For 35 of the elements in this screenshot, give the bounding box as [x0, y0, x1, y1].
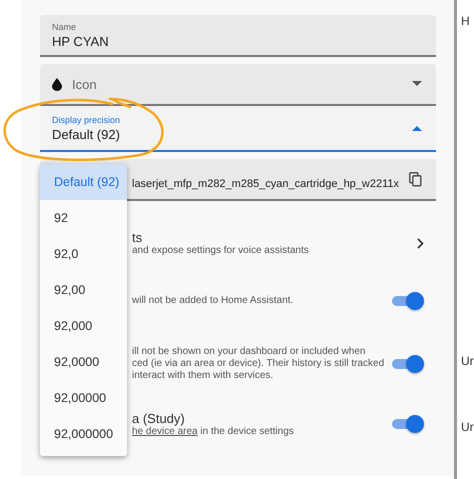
menu-item[interactable]: Default (92)	[40, 164, 127, 200]
menu-item[interactable]: 92,00	[40, 272, 127, 308]
field-label: Name	[52, 22, 78, 32]
icon-select-field[interactable]: Icon	[40, 64, 436, 106]
row-title: a (Study)	[132, 410, 186, 426]
menu-item[interactable]: 92	[40, 200, 127, 236]
background-text: Ur	[461, 354, 474, 368]
menu-item[interactable]: 92,0000	[40, 344, 127, 380]
menu-item[interactable]: 92,000	[40, 308, 127, 344]
background-text: Ur	[461, 420, 474, 434]
row-description: he device area in the device settings	[132, 426, 295, 438]
toggle-switch[interactable]	[392, 355, 424, 373]
row-description: and expose settings for voice assistants	[132, 244, 310, 256]
menu-item[interactable]: 92,000000	[40, 416, 127, 452]
field-value: Default (92)	[52, 126, 121, 142]
copy-icon[interactable]	[409, 172, 422, 186]
field-placeholder: Icon	[72, 76, 98, 92]
name-field[interactable]: Name HP CYAN	[40, 15, 436, 57]
chevron-right-icon[interactable]	[417, 238, 424, 248]
background-text: H	[461, 14, 470, 28]
drop-icon	[52, 78, 62, 90]
row-description: will not be added to Home Assistant.	[132, 295, 294, 307]
menu-item[interactable]: 92,0	[40, 236, 127, 272]
precision-select[interactable]: Display precision Default (92)	[40, 106, 436, 152]
toggle-switch[interactable]	[392, 292, 424, 310]
row-description: ill not be shown on your dashboard or included when ced (ie via an area or device). Their history is still tracked interact with them with services.	[132, 346, 386, 382]
row-title: ts	[132, 230, 144, 244]
device-area-link[interactable]: he device area	[132, 426, 198, 436]
caret-down-icon	[412, 81, 422, 87]
toggle-switch[interactable]	[392, 415, 424, 433]
caret-up-icon	[412, 125, 422, 131]
menu-item[interactable]: 92,00000	[40, 380, 127, 416]
field-label: Display precision	[52, 114, 122, 124]
field-value: HP CYAN	[52, 34, 110, 48]
field-value: laserjet_mfp_m282_m285_cyan_cartridge_hp_w2211x	[132, 178, 400, 190]
